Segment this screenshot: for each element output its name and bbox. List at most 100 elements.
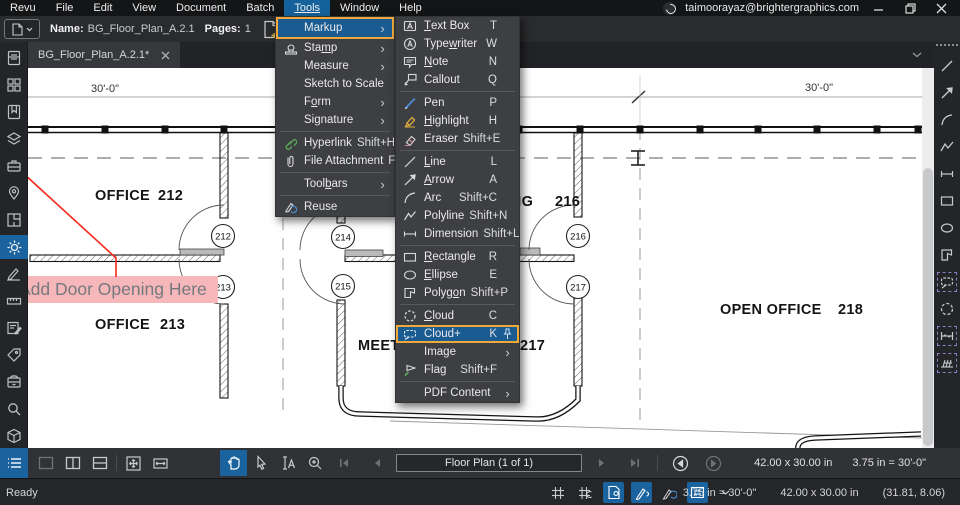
previous-page-button[interactable] <box>363 450 390 476</box>
submenu-item-cloud-plus[interactable]: Cloud+ K <box>396 325 519 343</box>
arc-tool-icon[interactable] <box>937 110 957 130</box>
first-page-button[interactable] <box>330 450 357 476</box>
scrollbar-thumb[interactable] <box>923 168 933 446</box>
snap-content-toggle-icon[interactable] <box>603 482 624 503</box>
menu-batch[interactable]: Batch <box>236 0 284 16</box>
next-view-button[interactable] <box>700 450 727 476</box>
toolbar-drag-handle[interactable] <box>936 44 958 46</box>
submenu-item-arc[interactable]: Arc Shift+C <box>396 189 519 207</box>
measurements-panel-icon[interactable] <box>0 289 28 313</box>
menu-tools[interactable]: Tools <box>284 0 330 16</box>
submenu-item-note[interactable]: Note N <box>396 53 519 71</box>
submenu-item-flag[interactable]: Flag Shift+F <box>396 361 519 379</box>
document-menu-button[interactable] <box>4 19 40 39</box>
line-tool-icon[interactable] <box>937 56 957 76</box>
submenu-item-rectangle[interactable]: Rectangle R <box>396 248 519 266</box>
submenu-item-ellipse[interactable]: Ellipse E <box>396 266 519 284</box>
spaces-panel-icon[interactable] <box>0 208 28 232</box>
layers-panel-icon[interactable] <box>0 127 28 151</box>
select-tool-button[interactable] <box>247 450 274 476</box>
submenu-item-pen[interactable]: Pen P <box>396 94 519 112</box>
door-opening-annotation[interactable]: Add Door Opening Here <box>28 163 218 303</box>
bookmarks-panel-icon[interactable] <box>0 100 28 124</box>
menu-item-markup[interactable]: Markup <box>276 17 394 39</box>
account-email[interactable]: taimoorayaz@brightergraphics.com <box>685 2 859 14</box>
menu-item-hyperlink[interactable]: Hyperlink Shift+H <box>276 134 394 152</box>
single-pane-icon[interactable] <box>32 450 59 476</box>
fit-width-icon[interactable] <box>147 450 174 476</box>
snap-grid-toggle-icon[interactable] <box>575 482 596 503</box>
cloud-plus-tool-icon[interactable] <box>937 272 957 292</box>
menu-help[interactable]: Help <box>389 0 432 16</box>
submenu-item-eraser[interactable]: Eraser Shift+E <box>396 130 519 148</box>
menu-item-sketch-to-scale[interactable]: Sketch to Scale <box>276 75 394 93</box>
next-page-button[interactable] <box>588 450 615 476</box>
thumbnails-panel-icon[interactable] <box>0 73 28 97</box>
close-button[interactable] <box>930 0 952 16</box>
submenu-item-line[interactable]: Line L <box>396 153 519 171</box>
places-panel-icon[interactable] <box>0 181 28 205</box>
menu-item-form[interactable]: Form <box>276 93 394 111</box>
submenu-item-highlight[interactable]: Highlight H <box>396 112 519 130</box>
restore-button[interactable] <box>899 0 921 16</box>
vertical-scrollbar[interactable] <box>922 68 934 448</box>
submenu-item-dimension[interactable]: Dimension Shift+L <box>396 225 519 243</box>
area-measure-tool-icon[interactable] <box>937 353 957 373</box>
tab-floor-plan[interactable]: BG_Floor_Plan_A.2.1* <box>28 42 180 68</box>
split-vertical-icon[interactable] <box>59 450 86 476</box>
submenu-item-callout[interactable]: Callout Q <box>396 71 519 89</box>
length-measure-tool-icon[interactable] <box>937 326 957 346</box>
reuse-markup-toggle-icon[interactable] <box>659 482 680 503</box>
markups-list-toggle-button[interactable] <box>0 448 28 478</box>
menu-window[interactable]: Window <box>330 0 389 16</box>
page-navigation-field[interactable]: Floor Plan (1 of 1) <box>396 454 582 472</box>
menu-file[interactable]: File <box>46 0 84 16</box>
submenu-item-arrow[interactable]: Arrow A <box>396 171 519 189</box>
cloud-tool-icon[interactable] <box>937 299 957 319</box>
submenu-item-polyline[interactable]: Polyline Shift+N <box>396 207 519 225</box>
markups-list-panel-icon[interactable] <box>0 316 28 340</box>
tool-chest-panel-icon[interactable] <box>0 154 28 178</box>
tab-close-icon[interactable] <box>161 51 170 60</box>
menu-item-stamp[interactable]: Stamp <box>276 39 394 57</box>
submenu-item-typewriter[interactable]: Typewriter W <box>396 35 519 53</box>
rectangle-tool-icon[interactable] <box>937 191 957 211</box>
signatures-panel-icon[interactable] <box>0 262 28 286</box>
tags-panel-icon[interactable] <box>0 343 28 367</box>
menu-edit[interactable]: Edit <box>83 0 122 16</box>
polygon-tool-icon[interactable] <box>937 245 957 265</box>
menu-revu[interactable]: Revu <box>0 0 46 16</box>
submenu-item-polygon[interactable]: Polygon Shift+P <box>396 284 519 302</box>
file-access-panel-icon[interactable] <box>0 46 28 70</box>
menu-item-reuse[interactable]: Reuse <box>276 198 394 216</box>
menu-item-signature[interactable]: Signature <box>276 111 394 129</box>
arrow-tool-icon[interactable] <box>937 83 957 103</box>
submenu-item-cloud[interactable]: Cloud C <box>396 307 519 325</box>
links-panel-icon[interactable] <box>0 424 28 448</box>
menu-document[interactable]: Document <box>166 0 236 16</box>
menu-item-file-attachment[interactable]: File Attachment F <box>276 152 394 170</box>
panel-collapse-chevron-icon[interactable] <box>912 52 922 58</box>
minimize-button[interactable] <box>868 0 890 16</box>
snap-markup-toggle-icon[interactable] <box>631 482 652 503</box>
properties-panel-icon[interactable] <box>0 235 28 259</box>
submenu-item-text-box[interactable]: Text Box T <box>396 17 519 35</box>
submenu-item-pdf-content[interactable]: PDF Content <box>396 384 519 402</box>
pan-tool-button[interactable] <box>220 450 247 476</box>
menu-view[interactable]: View <box>122 0 166 16</box>
search-panel-icon[interactable] <box>0 397 28 421</box>
grid-toggle-icon[interactable] <box>547 482 568 503</box>
split-horizontal-icon[interactable] <box>86 450 113 476</box>
select-text-button[interactable] <box>274 450 301 476</box>
polyline-tool-icon[interactable] <box>937 137 957 157</box>
dimension-tool-icon[interactable] <box>937 164 957 184</box>
zoom-tool-button[interactable] <box>301 450 328 476</box>
last-page-button[interactable] <box>621 450 648 476</box>
submenu-item-image[interactable]: Image <box>396 343 519 361</box>
previous-view-button[interactable] <box>667 450 694 476</box>
ellipse-tool-icon[interactable] <box>937 218 957 238</box>
menu-item-measure[interactable]: Measure <box>276 57 394 75</box>
menu-item-toolbars[interactable]: Toolbars <box>276 175 394 193</box>
3d-model-panel-icon[interactable] <box>0 370 28 394</box>
fit-page-icon[interactable] <box>120 450 147 476</box>
